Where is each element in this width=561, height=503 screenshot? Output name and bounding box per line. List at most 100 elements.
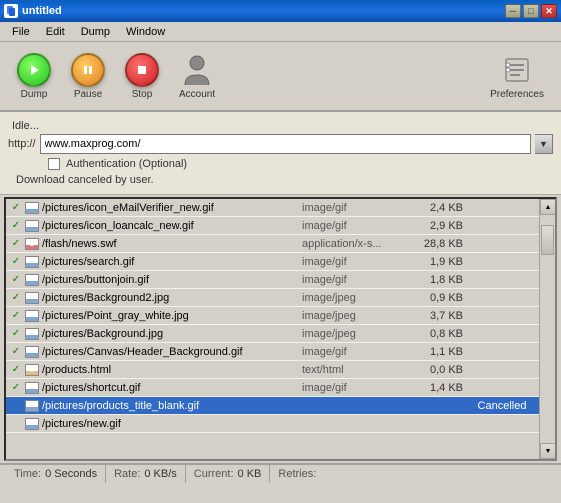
file-size: 3,7 KB (412, 310, 467, 322)
file-type: text/html (302, 364, 412, 376)
minimize-button[interactable]: ─ (505, 4, 521, 18)
menu-edit[interactable]: Edit (38, 24, 73, 40)
main-content: File Edit Dump Window Dump Pause (0, 22, 561, 483)
file-list-wrapper: ✓ /pictures/icon_eMailVerifier_new.gif i… (4, 197, 557, 461)
file-icon (24, 381, 40, 395)
download-status: Download canceled by user. (8, 170, 553, 188)
check-icon: ✓ (8, 310, 24, 321)
file-type: image/gif (302, 256, 412, 268)
time-value: 0 Seconds (45, 468, 97, 480)
menu-window[interactable]: Window (118, 24, 173, 40)
scroll-down-button[interactable]: ▼ (540, 443, 556, 459)
title-bar-left: untitled (4, 4, 62, 18)
file-type: image/gif (302, 274, 412, 286)
file-list[interactable]: ✓ /pictures/icon_eMailVerifier_new.gif i… (6, 199, 539, 459)
idle-status: Idle... (8, 118, 553, 134)
rate-label: Rate: (114, 468, 140, 480)
rate-value: 0 KB/s (144, 468, 176, 480)
dump-button[interactable]: Dump (8, 48, 60, 105)
preferences-icon (500, 53, 534, 87)
file-name: /products.html (42, 364, 302, 376)
file-icon (24, 201, 40, 215)
window-controls: ─ □ ✕ (505, 4, 557, 18)
preferences-button[interactable]: Preferences (481, 48, 553, 105)
file-name: /pictures/products_title_blank.gif (42, 400, 302, 412)
file-size: 0,9 KB (412, 292, 467, 304)
file-icon (24, 291, 40, 305)
table-row[interactable]: ✓ /pictures/buttonjoin.gif image/gif 1,8… (6, 271, 539, 289)
url-row: http:// ▼ (8, 134, 553, 154)
auth-label: Authentication (Optional) (66, 158, 187, 170)
pause-icon (71, 53, 105, 87)
table-row[interactable]: ✓ /pictures/Point_gray_white.jpg image/j… (6, 307, 539, 325)
protocol-label: http:// (8, 138, 36, 150)
file-name: /pictures/Point_gray_white.jpg (42, 310, 302, 322)
table-row[interactable]: ✓ /pictures/search.gif image/gif 1,9 KB (6, 253, 539, 271)
table-row[interactable]: ✓ H /products.html text/html 0,0 KB (6, 361, 539, 379)
file-size: 2,9 KB (412, 220, 467, 232)
url-dropdown-button[interactable]: ▼ (535, 134, 553, 154)
table-row[interactable]: ✓ S /flash/news.swf application/x-s... 2… (6, 235, 539, 253)
table-row[interactable]: /pictures/products_title_blank.gif Cance… (6, 397, 539, 415)
preferences-label: Preferences (490, 89, 544, 100)
file-icon: H (24, 363, 40, 377)
pause-button[interactable]: Pause (62, 48, 114, 105)
file-icon (24, 273, 40, 287)
file-name: /pictures/search.gif (42, 256, 302, 268)
file-name: /pictures/Canvas/Header_Background.gif (42, 346, 302, 358)
scroll-up-button[interactable]: ▲ (540, 199, 556, 215)
table-row[interactable]: ✓ /pictures/Canvas/Header_Background.gif… (6, 343, 539, 361)
table-row[interactable]: /pictures/new.gif (6, 415, 539, 433)
stop-button[interactable]: Stop (116, 48, 168, 105)
dump-label: Dump (21, 89, 48, 100)
url-input[interactable] (40, 134, 531, 154)
table-row[interactable]: ✓ /pictures/Background.jpg image/jpeg 0,… (6, 325, 539, 343)
account-button[interactable]: Account (170, 48, 224, 105)
status-bar: Time: 0 Seconds Rate: 0 KB/s Current: 0 … (0, 463, 561, 483)
retries-section: Retries: (270, 465, 328, 483)
stop-label: Stop (132, 89, 153, 100)
file-type: image/gif (302, 346, 412, 358)
table-row[interactable]: ✓ /pictures/icon_loancalc_new.gif image/… (6, 217, 539, 235)
file-name: /pictures/shortcut.gif (42, 382, 302, 394)
file-type: image/gif (302, 382, 412, 394)
check-icon: ✓ (8, 202, 24, 213)
table-row[interactable]: ✓ /pictures/Background2.jpg image/jpeg 0… (6, 289, 539, 307)
time-section: Time: 0 Seconds (6, 465, 106, 483)
scrollbar[interactable]: ▲ ▼ (539, 199, 555, 459)
file-size: 0,8 KB (412, 328, 467, 340)
close-button[interactable]: ✕ (541, 4, 557, 18)
title-bar: untitled ─ □ ✕ (0, 0, 561, 22)
file-name: /flash/news.swf (42, 238, 302, 250)
file-size: 1,8 KB (412, 274, 467, 286)
check-icon: ✓ (8, 382, 24, 393)
menu-dump[interactable]: Dump (73, 24, 118, 40)
check-icon: ✓ (8, 346, 24, 357)
maximize-button[interactable]: □ (523, 4, 539, 18)
app-icon (4, 4, 18, 18)
file-type: image/gif (302, 202, 412, 214)
auth-checkbox[interactable] (48, 158, 60, 170)
file-type: image/gif (302, 220, 412, 232)
file-name: /pictures/buttonjoin.gif (42, 274, 302, 286)
menu-file[interactable]: File (4, 24, 38, 40)
file-name: /pictures/icon_loancalc_new.gif (42, 220, 302, 232)
toolbar: Dump Pause Stop (0, 42, 561, 112)
rate-section: Rate: 0 KB/s (106, 465, 186, 483)
table-row[interactable]: ✓ /pictures/shortcut.gif image/gif 1,4 K… (6, 379, 539, 397)
file-size: 0,0 KB (412, 364, 467, 376)
file-icon (24, 345, 40, 359)
file-name: /pictures/Background2.jpg (42, 292, 302, 304)
file-icon (24, 309, 40, 323)
scrollbar-thumb[interactable] (541, 225, 554, 255)
file-icon (24, 219, 40, 233)
window-title: untitled (22, 5, 62, 17)
file-type: application/x-s... (302, 238, 412, 250)
table-row[interactable]: ✓ /pictures/icon_eMailVerifier_new.gif i… (6, 199, 539, 217)
file-icon (24, 417, 40, 431)
url-area: Idle... http:// ▼ Authentication (Option… (0, 112, 561, 195)
account-icon (180, 53, 214, 87)
check-icon: ✓ (8, 364, 24, 375)
file-size: 1,4 KB (412, 382, 467, 394)
file-name: /pictures/new.gif (42, 418, 302, 430)
